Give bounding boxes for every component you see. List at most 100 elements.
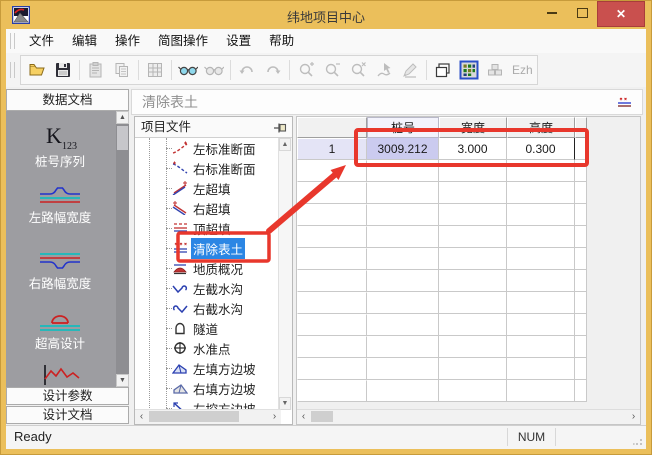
cell[interactable] bbox=[575, 336, 587, 358]
cell[interactable] bbox=[367, 226, 439, 248]
cell[interactable] bbox=[507, 204, 575, 226]
row-header[interactable] bbox=[297, 270, 367, 292]
table-row[interactable] bbox=[297, 314, 640, 336]
cell[interactable] bbox=[367, 380, 439, 402]
menu-file[interactable]: 文件 bbox=[20, 30, 63, 53]
column-header-station[interactable]: 桩号 bbox=[367, 117, 439, 138]
scroll-up-icon[interactable]: ▲ bbox=[279, 138, 291, 151]
cell[interactable] bbox=[507, 380, 575, 402]
cell[interactable] bbox=[439, 336, 507, 358]
tree-item-tunnel[interactable]: 隧道 bbox=[135, 318, 279, 338]
row-header[interactable] bbox=[297, 314, 367, 336]
cell[interactable] bbox=[439, 160, 507, 182]
tree-item-benchmark[interactable]: 水准点 bbox=[135, 338, 279, 358]
table-row[interactable] bbox=[297, 226, 640, 248]
scroll-right-icon[interactable]: › bbox=[268, 410, 281, 423]
cell[interactable] bbox=[507, 336, 575, 358]
cell[interactable] bbox=[507, 270, 575, 292]
zoom-extents-button[interactable] bbox=[345, 58, 371, 82]
cell[interactable] bbox=[507, 226, 575, 248]
table-row[interactable] bbox=[297, 248, 640, 270]
cell[interactable] bbox=[367, 292, 439, 314]
table-row[interactable] bbox=[297, 380, 640, 402]
menubar-grip[interactable] bbox=[10, 33, 15, 49]
cell[interactable] bbox=[439, 226, 507, 248]
cell-station[interactable]: 3009.212 bbox=[367, 138, 439, 160]
scroll-right-icon[interactable]: › bbox=[627, 410, 640, 423]
language-toggle-button[interactable]: Ezh bbox=[508, 58, 534, 82]
undo-button[interactable] bbox=[234, 58, 260, 82]
minimize-button[interactable] bbox=[537, 1, 567, 25]
paste-button[interactable] bbox=[83, 58, 109, 82]
edit-button[interactable] bbox=[397, 58, 423, 82]
column-header-width[interactable]: 宽度 bbox=[439, 117, 507, 138]
tree-item-overfill-right[interactable]: 右超填 bbox=[135, 198, 279, 218]
cell[interactable] bbox=[367, 270, 439, 292]
table-row[interactable] bbox=[297, 336, 640, 358]
cell[interactable] bbox=[367, 248, 439, 270]
table-row[interactable]: 1 3009.212 3.000 0.300 bbox=[297, 138, 640, 160]
cell[interactable] bbox=[575, 182, 587, 204]
table-row[interactable] bbox=[297, 160, 640, 182]
tree-item-section-right[interactable]: 右标准断面 bbox=[135, 158, 279, 178]
zoom-in-button[interactable] bbox=[293, 58, 319, 82]
row-header[interactable] bbox=[297, 226, 367, 248]
save-button[interactable] bbox=[50, 58, 76, 82]
cell-width[interactable]: 3.000 bbox=[439, 138, 507, 160]
blocks-button[interactable] bbox=[482, 58, 508, 82]
tree-horizontal-scrollbar[interactable]: ‹ › bbox=[135, 409, 281, 424]
cell[interactable] bbox=[507, 292, 575, 314]
cell[interactable] bbox=[575, 270, 587, 292]
cell[interactable] bbox=[439, 270, 507, 292]
tree-item-clear-topsoil[interactable]: 清除表土 bbox=[135, 238, 279, 258]
menu-operate[interactable]: 操作 bbox=[106, 30, 149, 53]
tree-item-fill-slope-left[interactable]: 左填方边坡 bbox=[135, 358, 279, 378]
cell[interactable] bbox=[507, 160, 575, 182]
sidebar-scrollbar[interactable]: ▲ ▼ bbox=[116, 111, 129, 387]
sidebar-item-road-width-right[interactable]: 右路幅宽度 bbox=[6, 249, 114, 292]
scroll-left-icon[interactable]: ‹ bbox=[297, 410, 310, 423]
cell[interactable] bbox=[439, 292, 507, 314]
table-row[interactable] bbox=[297, 270, 640, 292]
cell-height[interactable]: 0.300 bbox=[507, 138, 575, 160]
tree-vertical-scrollbar[interactable]: ▲ ▼ bbox=[278, 138, 292, 410]
cell[interactable] bbox=[507, 248, 575, 270]
cell[interactable] bbox=[575, 248, 587, 270]
cell[interactable] bbox=[575, 226, 587, 248]
cell-partial[interactable] bbox=[575, 138, 587, 160]
row-header[interactable] bbox=[297, 182, 367, 204]
row-header[interactable]: 1 bbox=[297, 138, 367, 160]
scrollbar-thumb[interactable] bbox=[149, 411, 239, 422]
cell[interactable] bbox=[439, 380, 507, 402]
cell[interactable] bbox=[367, 358, 439, 380]
find-next-button[interactable] bbox=[201, 58, 227, 82]
cell[interactable] bbox=[575, 204, 587, 226]
menu-edit[interactable]: 编辑 bbox=[63, 30, 106, 53]
row-header[interactable] bbox=[297, 358, 367, 380]
cell[interactable] bbox=[575, 314, 587, 336]
cell[interactable] bbox=[439, 358, 507, 380]
zoom-out-button[interactable] bbox=[319, 58, 345, 82]
toolbar-grip[interactable] bbox=[10, 62, 15, 78]
cell[interactable] bbox=[367, 204, 439, 226]
resize-grip[interactable] bbox=[633, 436, 643, 446]
tree-item-fill-slope-right[interactable]: 右填方边坡 bbox=[135, 378, 279, 398]
row-header[interactable] bbox=[297, 336, 367, 358]
cascade-windows-button[interactable] bbox=[430, 58, 456, 82]
scroll-down-icon[interactable]: ▼ bbox=[116, 374, 129, 387]
tree-item-ditch-right[interactable]: 右截水沟 bbox=[135, 298, 279, 318]
table-row[interactable] bbox=[297, 182, 640, 204]
tree-item-overfill-left[interactable]: 左超填 bbox=[135, 178, 279, 198]
row-header[interactable] bbox=[297, 292, 367, 314]
sidebar-item-profile-partial[interactable] bbox=[6, 363, 114, 387]
cell[interactable] bbox=[367, 314, 439, 336]
sidebar-button-design-parameters[interactable]: 设计参数 bbox=[6, 387, 129, 405]
cell[interactable] bbox=[439, 248, 507, 270]
grid-horizontal-scrollbar[interactable]: ‹ › bbox=[297, 409, 640, 424]
row-header[interactable] bbox=[297, 248, 367, 270]
sidebar-item-station-sequence[interactable]: K 123 桩号序列 bbox=[6, 123, 114, 170]
cell[interactable] bbox=[575, 380, 587, 402]
row-header[interactable] bbox=[297, 204, 367, 226]
find-button[interactable] bbox=[175, 58, 201, 82]
cell[interactable] bbox=[507, 314, 575, 336]
